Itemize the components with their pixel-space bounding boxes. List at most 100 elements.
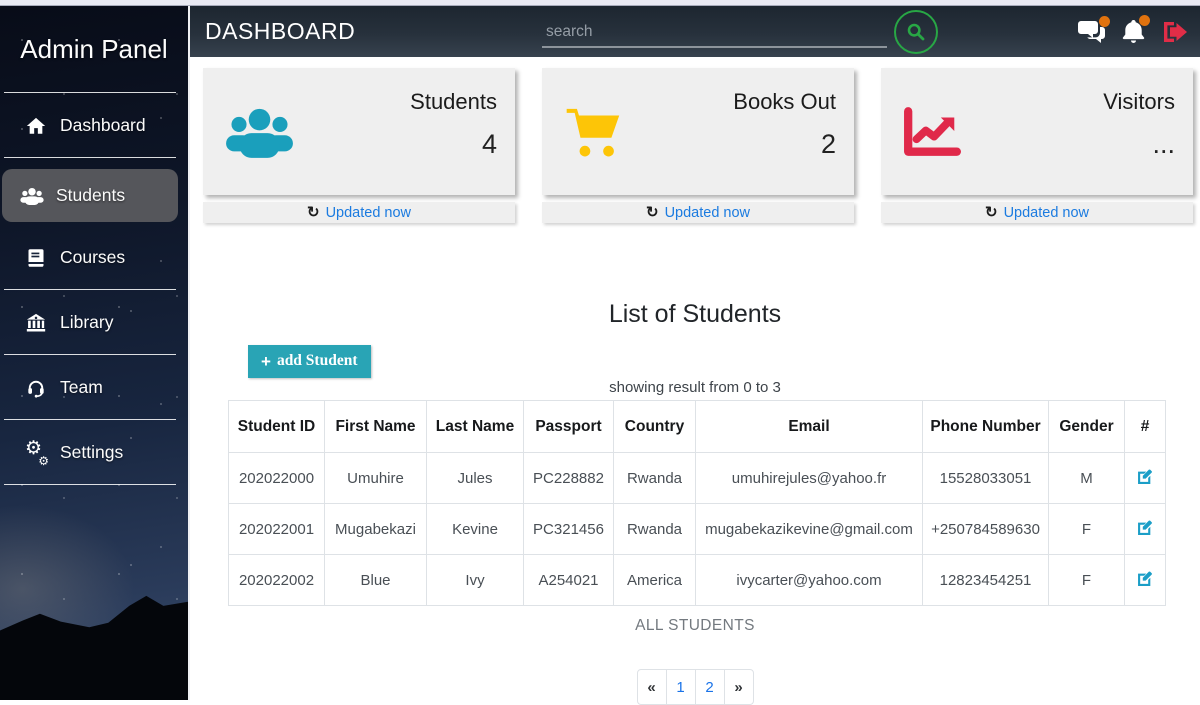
refresh-icon: ↻ (646, 204, 659, 222)
stat-card-text: Books Out2 (733, 103, 836, 160)
card-value: 4 (410, 129, 497, 160)
stat-card: Books Out2↻Updated now (542, 68, 854, 223)
add-student-button[interactable]: + add Student (248, 345, 371, 378)
main-content: Students4↻Updated nowBooks Out2↻Updated … (190, 57, 1200, 700)
notifications-badge (1139, 15, 1150, 26)
card-value: 2 (733, 129, 836, 160)
table-action-cell (1125, 555, 1166, 606)
table-cell: Rwanda (614, 504, 696, 555)
column-header: # (1125, 401, 1166, 453)
table-action-cell (1125, 504, 1166, 555)
stat-card: Students4 ↻ Updated now (203, 68, 515, 223)
showing-result-text: showing result from 0 to 3 (190, 379, 1200, 396)
admin-dashboard-page: Admin Panel DashboardStudentsCoursesLibr… (0, 0, 1200, 700)
table-row: 202022000UmuhireJulesPC228882Rwandaumuhi… (229, 453, 1166, 504)
refresh-icon: ↻ (985, 204, 998, 222)
students-table-wrap: Student IDFirst NameLast NamePassportCou… (228, 400, 1165, 606)
column-header: Student ID (229, 401, 325, 453)
column-header: Country (614, 401, 696, 453)
table-cell: Mugabekazi (325, 504, 427, 555)
topbar-icon-group (1078, 6, 1188, 57)
sidebar: Admin Panel DashboardStudentsCoursesLibr… (0, 6, 190, 700)
notifications-button[interactable] (1122, 19, 1145, 44)
card-updated-label: Updated now (326, 205, 411, 221)
cart-icon (564, 106, 621, 158)
sidebar-item-label: Library (60, 312, 114, 333)
topbar: DASHBOARD (190, 6, 1200, 57)
sidebar-item-label: Students (56, 185, 125, 206)
sidebar-item-team[interactable]: Team (6, 363, 178, 412)
table-header-row: Student IDFirst NameLast NamePassportCou… (229, 401, 1166, 453)
card-footer: ↻ Updated now (203, 202, 515, 223)
card-title: Books Out (733, 89, 836, 115)
column-header: Email (696, 401, 923, 453)
sidebar-divider (4, 92, 176, 93)
stat-card: Visitors... ↻ Updated now (881, 68, 1193, 223)
table-cell: ivycarter@yahoo.com (696, 555, 923, 606)
table-cell: mugabekazikevine@gmail.com (696, 504, 923, 555)
table-cell: A254021 (524, 555, 614, 606)
edit-icon (1136, 468, 1154, 486)
card-title: Visitors (1103, 89, 1175, 115)
table-cell: Blue (325, 555, 427, 606)
stat-card-body: Students4 (203, 68, 515, 195)
home-icon (24, 116, 48, 136)
sidebar-item-library[interactable]: Library (6, 298, 178, 347)
table-cell: 202022002 (229, 555, 325, 606)
table-cell: Rwanda (614, 453, 696, 504)
card-value: ... (1103, 129, 1175, 160)
table-cell: 202022001 (229, 504, 325, 555)
messages-badge (1099, 16, 1110, 27)
users-icon (20, 186, 44, 206)
refresh-icon: ↻ (307, 204, 320, 222)
edit-icon (1136, 519, 1154, 537)
edit-row-button[interactable] (1134, 568, 1156, 590)
stat-card-body: Visitors... (881, 68, 1193, 195)
table-cell: F (1049, 555, 1125, 606)
page-title: DASHBOARD (205, 6, 355, 57)
edit-row-button[interactable] (1134, 517, 1156, 539)
gears-icon: ⚙⚙ (24, 443, 48, 463)
sidebar-item-courses[interactable]: Courses (6, 233, 178, 282)
sidebar-item-label: Team (60, 377, 103, 398)
card-footer: ↻Updated now (542, 202, 854, 223)
headset-icon (24, 378, 48, 398)
sidebar-item-label: Settings (60, 442, 123, 463)
add-student-label: add Student (277, 352, 358, 370)
edit-row-button[interactable] (1134, 466, 1156, 488)
sidebar-item-students[interactable]: Students (2, 169, 178, 222)
column-header: Last Name (427, 401, 524, 453)
table-cell: Kevine (427, 504, 524, 555)
sidebar-item-settings[interactable]: ⚙⚙ Settings (6, 428, 178, 477)
list-heading: List of Students (190, 300, 1200, 329)
stat-card-text: Students4 (410, 103, 497, 160)
card-footer: ↻ Updated now (881, 202, 1193, 223)
column-header: Passport (524, 401, 614, 453)
table-cell: PC321456 (524, 504, 614, 555)
stat-cards-row: Students4↻Updated nowBooks Out2↻Updated … (203, 68, 1193, 223)
search-button[interactable] (894, 10, 938, 54)
table-cell: +250784589630 (923, 504, 1049, 555)
chart-line-icon (903, 106, 961, 158)
table-footer-text: ALL STUDENTS (190, 617, 1200, 635)
edit-icon (1136, 570, 1154, 588)
card-updated-label: Updated now (1004, 205, 1089, 221)
students-table: Student IDFirst NameLast NamePassportCou… (228, 400, 1166, 606)
mountain-silhouette (0, 588, 190, 700)
book-icon (24, 248, 48, 268)
messages-button[interactable] (1078, 20, 1105, 43)
search-icon (906, 22, 926, 42)
table-action-cell (1125, 453, 1166, 504)
table-cell: 12823454251 (923, 555, 1049, 606)
library-icon (24, 313, 48, 333)
sidebar-nav: Dashboard Students Courses Library Team ⚙⚙ Set… (0, 101, 188, 485)
logout-button[interactable] (1162, 20, 1188, 44)
table-cell: PC228882 (524, 453, 614, 504)
sign-out-icon (1162, 20, 1188, 44)
sidebar-item-label: Courses (60, 247, 125, 268)
table-cell: F (1049, 504, 1125, 555)
table-cell: Jules (427, 453, 524, 504)
sidebar-item-dashboard[interactable]: Dashboard (6, 101, 178, 150)
plus-icon: + (261, 353, 271, 370)
search-input[interactable] (542, 17, 887, 48)
